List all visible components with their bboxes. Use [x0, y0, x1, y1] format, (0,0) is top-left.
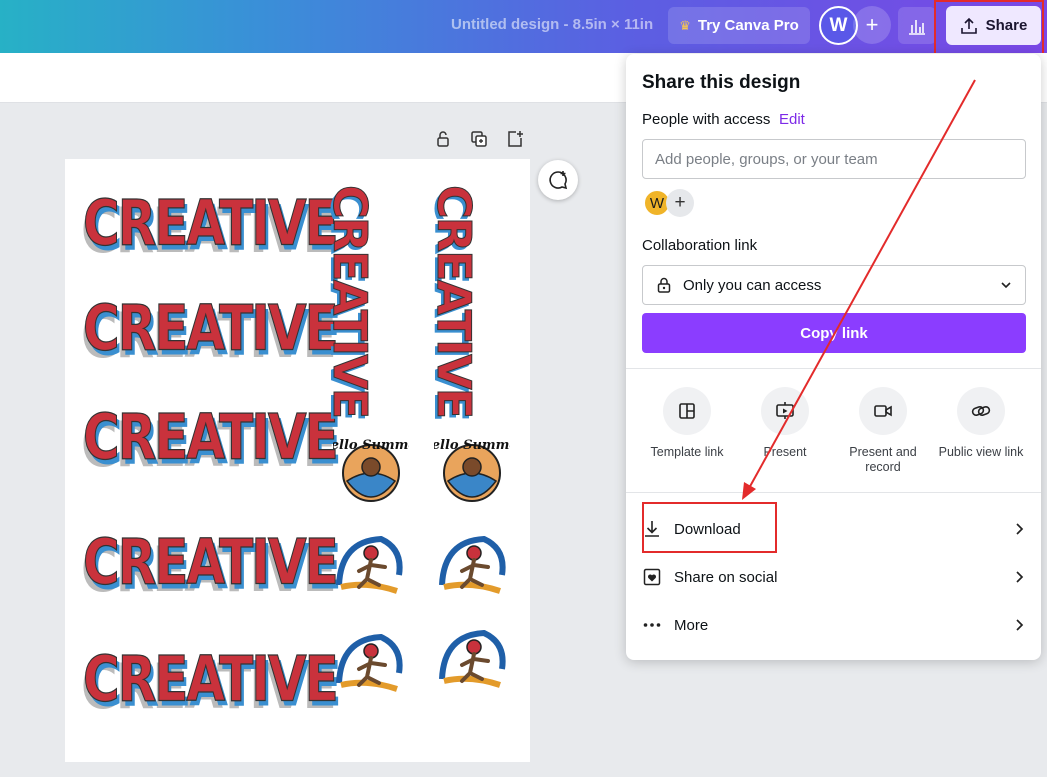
edit-access-link[interactable]: Edit [779, 111, 805, 128]
add-collaborator-button[interactable]: + [853, 6, 891, 44]
chevron-right-icon [1016, 571, 1024, 583]
record-icon [874, 405, 892, 417]
collaboration-link-label: Collaboration link [642, 237, 758, 254]
creative-artwork[interactable]: CREATIVE [83, 642, 340, 716]
option-label: Present and record [849, 445, 917, 474]
people-access-label: People with access [642, 111, 771, 128]
hello-summer-sticker[interactable]: Hello Summer [333, 431, 409, 507]
surfer-sticker[interactable] [434, 529, 510, 605]
share-panel-title: Share this design [642, 72, 801, 93]
surfer-sticker[interactable] [331, 529, 407, 605]
divider [626, 492, 1041, 493]
insights-button[interactable] [898, 7, 936, 44]
duplicate-page-icon[interactable] [470, 130, 488, 148]
more-row[interactable]: More [642, 610, 1026, 640]
present-option[interactable]: Present [735, 387, 835, 460]
document-title[interactable]: Untitled design - 8.5in × 11in [451, 16, 653, 33]
plus-icon: + [674, 192, 686, 213]
copy-link-button[interactable]: Copy link [642, 313, 1026, 353]
hello-summer-sticker[interactable]: Hello Summer [434, 431, 510, 507]
surfer-sticker[interactable] [331, 627, 407, 703]
more-icon [643, 623, 661, 627]
public-view-link-option[interactable]: Public view link [931, 387, 1031, 460]
creative-artwork-vertical[interactable]: CREATIVE [427, 184, 482, 417]
divider [626, 368, 1041, 369]
share-on-social-row[interactable]: Share on social [642, 562, 1026, 592]
share-panel: Share this design People with access Edi… [626, 54, 1041, 660]
annotation-download-highlight [642, 502, 777, 553]
creative-artwork[interactable]: CREATIVE [83, 400, 340, 474]
access-level-value: Only you can access [683, 276, 822, 294]
chevron-right-icon [1016, 523, 1024, 535]
annotation-share-highlight [934, 0, 1044, 56]
add-comment-button[interactable] [538, 160, 578, 200]
access-level-select[interactable]: Only you can access [642, 265, 1026, 305]
design-page[interactable]: CREATIVE CREATIVE CREATIVE CREATIVE CREA… [65, 159, 530, 762]
heart-icon [643, 568, 661, 586]
surfer-sticker[interactable] [434, 623, 510, 699]
present-icon [776, 402, 794, 419]
creative-artwork[interactable]: CREATIVE [83, 291, 340, 365]
crown-icon: ♛ [679, 17, 691, 33]
page-tools [434, 130, 524, 148]
add-page-icon[interactable] [506, 130, 524, 148]
sticker-text: Hello Summer [333, 438, 409, 453]
option-label: Template link [650, 445, 724, 459]
top-bar: Untitled design - 8.5in × 11in ♛ Try Can… [0, 0, 1047, 53]
option-label: Public view link [938, 445, 1024, 459]
add-member-button[interactable]: + [666, 189, 694, 217]
row-label: More [674, 616, 709, 634]
creative-artwork[interactable]: CREATIVE [83, 525, 340, 599]
sticker-text: Hello Summer [434, 438, 510, 453]
try-canva-pro-button[interactable]: ♛ Try Canva Pro [668, 7, 810, 44]
comment-icon [549, 171, 568, 190]
try-pro-label: Try Canva Pro [697, 17, 799, 34]
link-icon [971, 406, 991, 416]
chevron-right-icon [1016, 619, 1024, 631]
creative-artwork[interactable]: CREATIVE [83, 186, 340, 260]
template-icon [679, 403, 695, 419]
option-label: Present [763, 445, 807, 459]
bar-chart-icon [909, 19, 925, 35]
chevron-down-icon [1001, 282, 1011, 289]
add-people-input[interactable] [642, 139, 1026, 179]
row-label: Share on social [674, 568, 778, 586]
lock-icon[interactable] [434, 130, 452, 148]
template-link-option[interactable]: Template link [637, 387, 737, 460]
plus-icon: + [865, 12, 879, 37]
present-record-option[interactable]: Present and record [833, 387, 933, 475]
creative-artwork-vertical[interactable]: CREATIVE [323, 184, 378, 417]
lock-icon [657, 277, 671, 293]
